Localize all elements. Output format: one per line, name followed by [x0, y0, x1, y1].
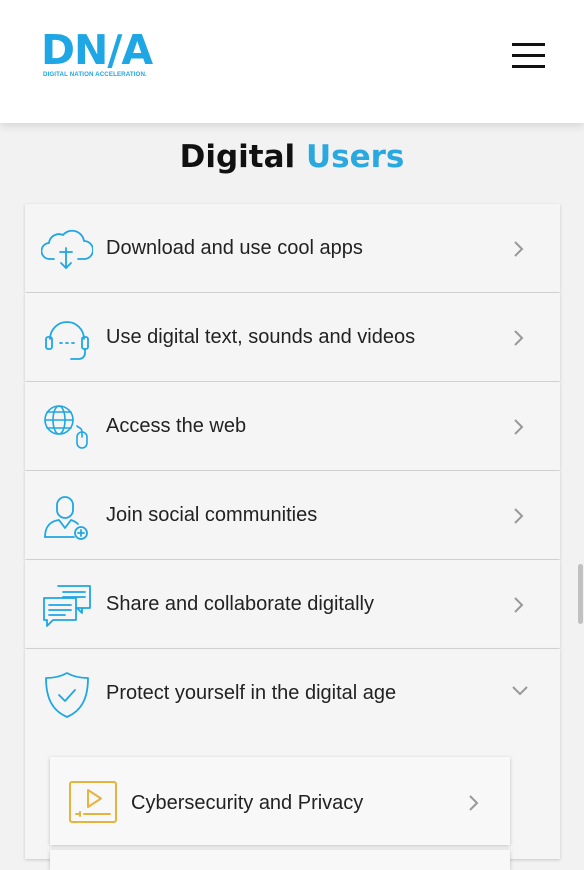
chat-bubbles-icon [43, 585, 91, 627]
item-digital-media[interactable]: Use digital text, sounds and videos [25, 293, 560, 381]
item-access-web[interactable]: Access the web [25, 382, 560, 470]
headset-icon [45, 321, 89, 360]
chevron-right-icon [514, 330, 524, 346]
video-player-icon [69, 781, 117, 823]
chevron-right-icon [514, 508, 524, 524]
title-part-1: Digital [179, 139, 296, 175]
shield-check-icon [45, 672, 89, 718]
item-label: Join social communities [106, 504, 318, 526]
item-share-collaborate[interactable]: Share and collaborate digitally [25, 560, 560, 648]
item-label: Use digital text, sounds and videos [106, 326, 416, 348]
item-label: Access the web [106, 415, 247, 437]
item-label: Share and collaborate digitally [106, 593, 374, 615]
chevron-down-icon [512, 686, 528, 696]
globe-mouse-icon [44, 405, 88, 449]
hamburger-menu-icon[interactable] [512, 41, 546, 71]
logo-subtitle: DIGITAL NATION ACCELERATION. [43, 71, 147, 78]
section-title: Digital Users [0, 135, 584, 179]
chevron-right-icon [469, 795, 479, 811]
cloud-download-icon [41, 229, 93, 269]
chevron-right-icon [514, 241, 524, 257]
subitem-cybersecurity[interactable]: Cybersecurity and Privacy [50, 757, 510, 845]
chevron-right-icon [514, 597, 524, 613]
logo-text: DN/A [41, 26, 153, 74]
subitem-next-partial[interactable] [50, 850, 510, 870]
item-social-communities[interactable]: Join social communities [25, 471, 560, 559]
item-label: Protect yourself in the digital age [106, 682, 397, 704]
site-header: DN/A DIGITAL NATION ACCELERATION. [0, 0, 584, 123]
dna-logo[interactable]: DN/A DIGITAL NATION ACCELERATION. [41, 30, 161, 82]
scrollbar-thumb[interactable] [578, 564, 583, 624]
user-add-icon [44, 496, 88, 540]
subitem-label: Cybersecurity and Privacy [131, 792, 364, 814]
title-part-2: Users [305, 139, 405, 175]
item-label: Download and use cool apps [106, 237, 363, 259]
chevron-right-icon [514, 419, 524, 435]
item-download-apps[interactable]: Download and use cool apps [25, 204, 560, 292]
